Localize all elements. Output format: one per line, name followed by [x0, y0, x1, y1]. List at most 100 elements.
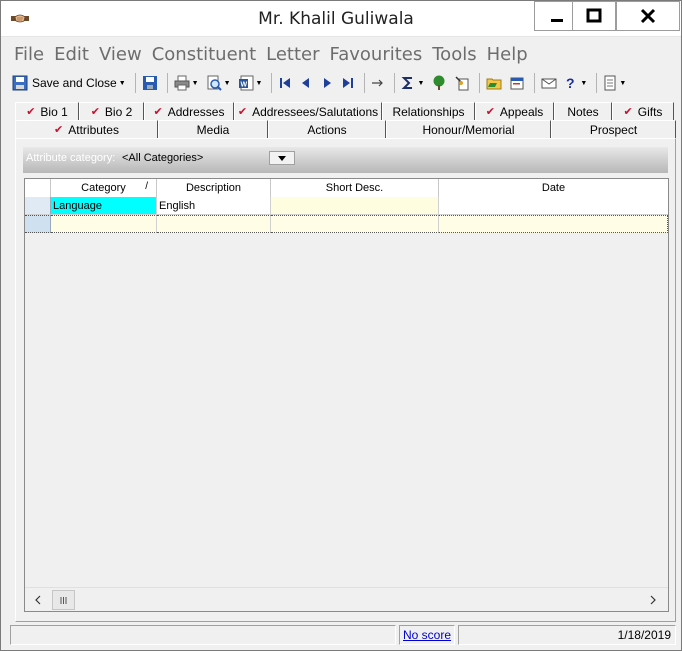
cell-category[interactable]: [51, 215, 157, 233]
menu-view[interactable]: View: [94, 43, 147, 67]
checkmark-icon: ✔: [90, 106, 100, 118]
link-button[interactable]: [452, 72, 472, 94]
checkmark-icon: ✔: [26, 106, 36, 118]
tab-media[interactable]: Media: [158, 120, 268, 138]
menu-bar: File Edit View Constituent Letter Favour…: [9, 43, 533, 67]
chevron-left-icon: [35, 595, 41, 605]
go-to-button[interactable]: [369, 72, 387, 94]
print-preview-button[interactable]: ▼: [204, 72, 233, 94]
menu-edit[interactable]: Edit: [49, 43, 94, 67]
menu-constituent[interactable]: Constituent: [147, 43, 261, 67]
grip-icon: [60, 596, 67, 604]
checkmark-icon: ✔: [485, 106, 495, 118]
next-record-button[interactable]: [318, 72, 336, 94]
sort-indicator: /: [145, 181, 148, 192]
chevron-down-icon: ▼: [191, 79, 199, 87]
previous-record-button[interactable]: [297, 72, 315, 94]
menu-tools[interactable]: Tools: [427, 43, 481, 67]
tab-addressees-salutations[interactable]: ✔ Addressees/Salutations: [234, 102, 382, 120]
no-score-link[interactable]: No score: [400, 628, 451, 642]
email-button[interactable]: [539, 72, 559, 94]
tab-prospect[interactable]: Prospect: [551, 120, 676, 138]
cell-description[interactable]: English: [157, 197, 271, 215]
print-preview-icon: [207, 75, 222, 91]
tree-icon: [433, 75, 445, 90]
table-row-new[interactable]: [25, 215, 668, 233]
tab-relationships[interactable]: Relationships: [382, 102, 475, 120]
maximize-button[interactable]: [572, 1, 616, 31]
attribute-category-dropdown[interactable]: [269, 151, 295, 165]
first-record-button[interactable]: [276, 72, 294, 94]
status-pane-main: [10, 625, 396, 645]
chevron-down-icon: ▼: [255, 79, 263, 87]
cell-date[interactable]: [439, 197, 668, 215]
notes-button[interactable]: ▼: [601, 72, 628, 94]
status-pane-date: 1/18/2019: [458, 625, 676, 645]
folder-button[interactable]: [484, 72, 504, 94]
cell-short-desc[interactable]: [271, 215, 439, 233]
tab-label: Media: [196, 122, 230, 137]
envelope-icon: [541, 78, 557, 89]
first-record-icon: [280, 78, 291, 88]
previous-record-icon: [302, 78, 310, 88]
chevron-down-icon: ▼: [417, 79, 425, 87]
save-close-icon: [12, 75, 28, 91]
menu-file[interactable]: File: [9, 43, 49, 67]
next-record-icon: [324, 78, 332, 88]
svg-text:?: ?: [566, 75, 575, 91]
tab-gifts[interactable]: ✔ Gifts: [612, 102, 674, 120]
properties-button[interactable]: [507, 72, 527, 94]
checkmark-icon: ✔: [237, 106, 248, 118]
column-header-label: Category: [81, 182, 126, 194]
close-button[interactable]: [616, 1, 680, 31]
scroll-right-button[interactable]: [640, 588, 666, 612]
row-selector[interactable]: [25, 215, 51, 233]
tab-bio-2[interactable]: ✔ Bio 2: [79, 102, 144, 120]
tab-honour-memorial[interactable]: Honour/Memorial: [386, 120, 551, 138]
status-date: 1/18/2019: [617, 628, 671, 642]
menu-letter[interactable]: Letter: [261, 43, 324, 67]
tab-addresses[interactable]: ✔ Addresses: [144, 102, 234, 120]
toolbar-separator: [134, 73, 136, 93]
column-header-description[interactable]: Description: [157, 179, 271, 197]
menu-help[interactable]: Help: [482, 43, 533, 67]
save-and-close-button[interactable]: Save and Close ▼: [10, 72, 128, 94]
toolbar-separator: [166, 73, 168, 93]
word-merge-button[interactable]: W ▼: [236, 72, 265, 94]
last-record-button[interactable]: [339, 72, 357, 94]
menu-favourites[interactable]: Favourites: [325, 43, 428, 67]
cell-short-desc[interactable]: [271, 197, 439, 215]
properties-icon: [510, 77, 524, 90]
tab-notes[interactable]: Notes: [554, 102, 612, 120]
tab-label: Actions: [307, 122, 347, 137]
family-tree-button[interactable]: [429, 72, 449, 94]
column-header-date[interactable]: Date: [439, 179, 668, 197]
tab-actions[interactable]: Actions: [268, 120, 386, 138]
tab-appeals[interactable]: ✔ Appeals: [475, 102, 554, 120]
tab-bio-1[interactable]: ✔ Bio 1: [15, 102, 79, 120]
svg-text:W: W: [240, 82, 247, 89]
horizontal-scrollbar[interactable]: [25, 587, 668, 611]
attribute-category-select[interactable]: <All Categories>: [122, 152, 203, 164]
column-header-category[interactable]: Category /: [51, 179, 157, 197]
print-button[interactable]: ▼: [172, 72, 201, 94]
tab-attributes[interactable]: ✔ Attributes: [15, 120, 158, 138]
checkmark-icon: ✔: [153, 106, 163, 118]
scroll-thumb[interactable]: [52, 590, 75, 610]
toolbar-separator: [596, 73, 598, 93]
cell-category[interactable]: Language: [51, 197, 157, 215]
help-button[interactable]: ? ▼: [562, 72, 589, 94]
row-selector[interactable]: [25, 197, 51, 215]
tab-label: Prospect: [589, 122, 638, 137]
cell-date[interactable]: [439, 215, 668, 233]
toolbar-separator: [364, 73, 366, 93]
cell-description[interactable]: [157, 215, 271, 233]
arrow-right-icon: [372, 79, 384, 87]
column-header-short-desc[interactable]: Short Desc.: [271, 179, 439, 197]
attributes-grid: Category / Description Short Desc. Date …: [24, 178, 669, 612]
scroll-left-button[interactable]: [25, 588, 51, 612]
tab-label: Appeals: [499, 104, 544, 119]
table-row[interactable]: Language English: [25, 197, 668, 215]
summary-button[interactable]: ▼: [399, 72, 426, 94]
save-button[interactable]: [140, 72, 160, 94]
